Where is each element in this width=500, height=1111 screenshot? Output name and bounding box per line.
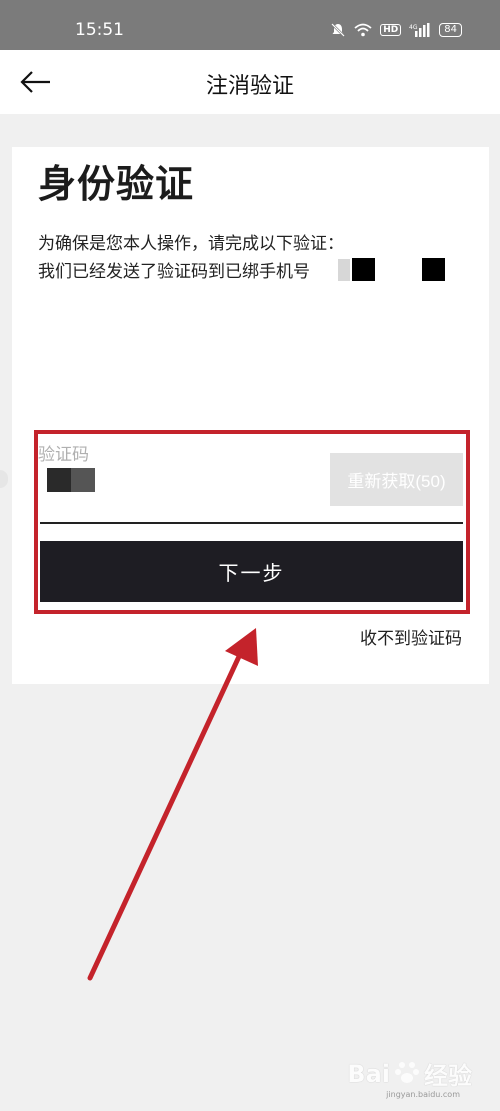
description-line-2: 我们已经发送了验证码到已绑手机号 — [38, 262, 310, 282]
app-header: 注消验证 — [0, 50, 500, 114]
wifi-icon — [354, 23, 372, 37]
status-bar: 15:51 HD 4G 84 — [0, 0, 500, 50]
watermark-logo: Bai 经验 — [347, 1056, 472, 1091]
page-title: 身份验证 — [38, 162, 195, 206]
description-line-1: 为确保是您本人操作，请完成以下验证： — [38, 234, 344, 254]
status-time: 15:51 — [75, 20, 124, 40]
status-icons: HD 4G 84 — [330, 22, 462, 38]
redaction-mask — [338, 259, 350, 281]
code-field-label: 验证码 — [38, 445, 89, 465]
signal-icon: 4G — [409, 23, 431, 37]
watermark-url: jingyan.baidu.com — [386, 1090, 460, 1099]
battery-icon: 84 — [439, 23, 462, 37]
page-header-title: 注消验证 — [205, 74, 294, 99]
code-input-mask[interactable] — [71, 468, 95, 492]
watermark-brand-cn: 经验 — [424, 1062, 472, 1090]
redaction-mask — [422, 258, 445, 281]
verification-card: 身份验证 为确保是您本人操作，请完成以下验证： 我们已经发送了验证码到已绑手机号 — [12, 147, 489, 684]
redaction-mask — [352, 258, 375, 281]
edge-handle — [0, 470, 8, 488]
mute-bell-icon — [330, 22, 346, 38]
paw-icon — [394, 1059, 420, 1089]
hd-icon: HD — [380, 24, 402, 36]
code-input-mask[interactable] — [47, 468, 71, 492]
no-code-link[interactable]: 收不到验证码 — [360, 624, 462, 649]
watermark-brand: Bai — [347, 1059, 390, 1088]
next-step-button[interactable]: 下一步 — [40, 541, 463, 602]
code-input-underline — [40, 522, 463, 524]
svg-text:4G: 4G — [409, 24, 418, 31]
resend-code-button[interactable]: 重新获取(50) — [330, 453, 463, 506]
